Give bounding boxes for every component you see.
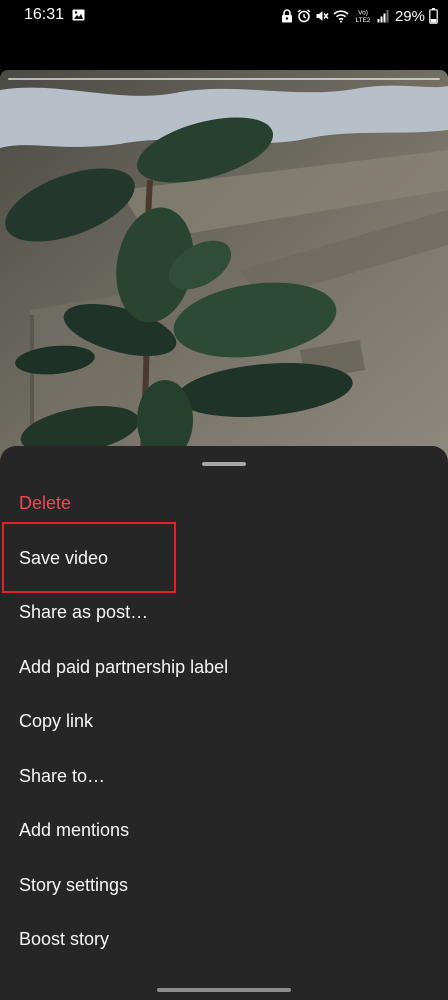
- battery-percent: 29%: [394, 7, 425, 25]
- share-to-button[interactable]: Share to…: [0, 749, 448, 803]
- delete-button[interactable]: Delete: [0, 476, 448, 530]
- volte-bottom-label: LTE2: [355, 17, 370, 24]
- add-paid-partnership-label-button[interactable]: Add paid partnership label: [0, 640, 448, 694]
- story-settings-button[interactable]: Story settings: [0, 858, 448, 912]
- status-icons: Vo) LTE2 29%: [281, 5, 438, 27]
- volte-icon: Vo) LTE2: [355, 10, 370, 25]
- status-time: 16:31: [24, 6, 65, 23]
- signal-icon: [377, 10, 389, 23]
- lock-icon: [281, 9, 292, 23]
- image-icon: [72, 9, 85, 21]
- status-bar: 16:31 Vo) LTE2 29%: [0, 0, 448, 34]
- sheet-drag-handle[interactable]: [202, 462, 246, 466]
- alarm-icon: [297, 9, 311, 23]
- mute-icon: [316, 11, 329, 21]
- add-mentions-button[interactable]: Add mentions: [0, 803, 448, 857]
- story-preview[interactable]: [0, 70, 448, 470]
- volte-top-label: Vo): [358, 10, 368, 17]
- battery-icon: [429, 8, 438, 24]
- save-video-button[interactable]: Save video: [0, 531, 448, 585]
- wifi-icon: [333, 10, 349, 23]
- gesture-nav-bar[interactable]: [157, 988, 291, 992]
- boost-story-button[interactable]: Boost story: [0, 912, 448, 966]
- plant-photo: [0, 70, 448, 470]
- options-sheet: Delete Save video Share as post… Add pai…: [0, 446, 448, 1000]
- copy-link-button[interactable]: Copy link: [0, 694, 448, 748]
- share-as-post-button[interactable]: Share as post…: [0, 585, 448, 639]
- story-progress-bar: [8, 78, 440, 80]
